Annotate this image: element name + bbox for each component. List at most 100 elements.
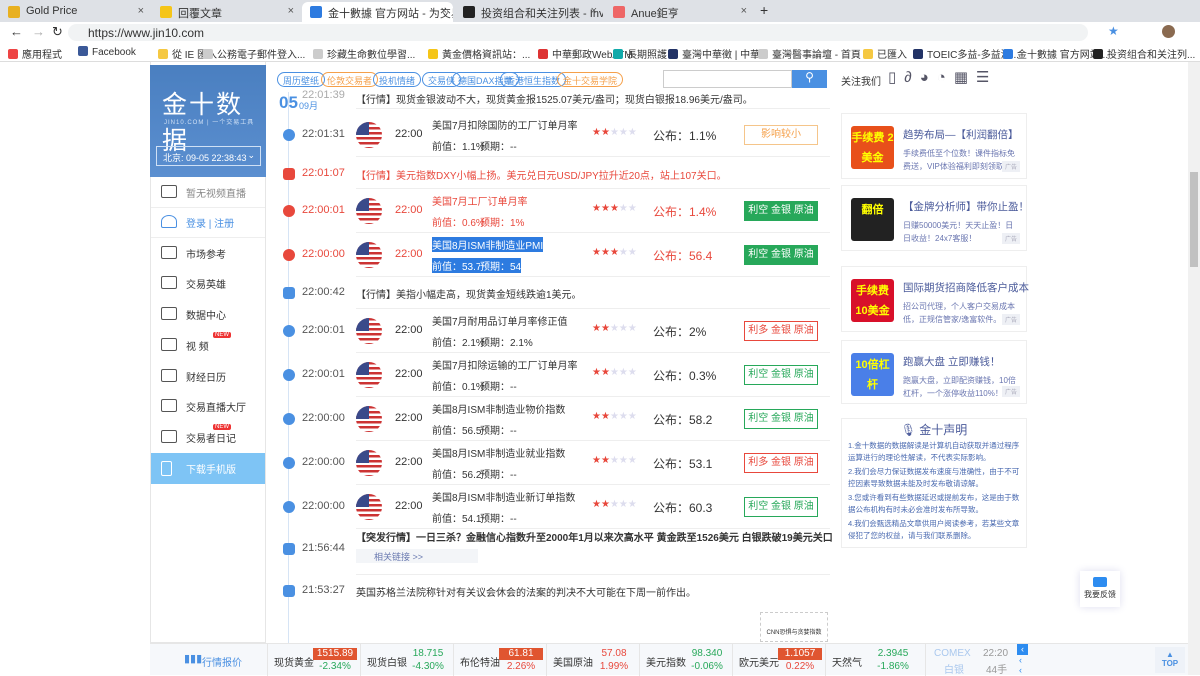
event-title[interactable]: 美国8月ISM非制造业物价指数	[432, 401, 565, 416]
nav-item[interactable]: 市场参考	[151, 238, 265, 269]
bookmark-item[interactable]: 臺灣中華徵 | 中華...	[668, 46, 769, 61]
search-button[interactable]: ⚲	[792, 70, 827, 88]
bookmark-item[interactable]: 應用程式	[8, 46, 62, 61]
bookmark-item[interactable]: 長期照護	[613, 46, 667, 61]
bookmark-item[interactable]: 投资组合和关注列...	[1093, 46, 1195, 61]
chevron-left-icon[interactable]: ‹	[1019, 655, 1022, 665]
close-icon[interactable]: ×	[741, 5, 747, 17]
impact-badge[interactable]: 利多 金银 原油	[744, 453, 818, 473]
ticker-item[interactable]: 现货白银 18.715 -4.30%	[360, 644, 453, 676]
url-input[interactable]: https://www.jin10.com	[68, 24, 1088, 41]
event-title[interactable]: 美国8月ISM非制造业新订单指数	[432, 489, 575, 504]
tab-0[interactable]: Gold Price ×	[0, 2, 150, 22]
tab-4[interactable]: Anue鉅亨 ×	[605, 2, 753, 22]
ad-card[interactable]: 翻倍 【金牌分析师】带你止盈！ 日赚50000美元！天天止盈！日日收益！24x7客服…	[841, 185, 1029, 251]
close-icon[interactable]: ×	[441, 5, 447, 17]
promo-badge[interactable]: CNN恐惧与贪婪指数	[760, 612, 828, 642]
tab-2[interactable]: 金十數據 官方网站 - 为交易而生×	[302, 2, 453, 22]
feed-item[interactable]: 22:00:01 22:00 美国7月扣除运输的工厂订单月率 前值：0.1% 预期：--…	[270, 353, 830, 397]
nav-item[interactable]: 财经日历	[151, 361, 265, 392]
quick-link-chip[interactable]: 金十交易学院	[557, 72, 624, 87]
scrollbar[interactable]	[1188, 62, 1200, 675]
link-icon[interactable]: ∂	[904, 69, 919, 86]
feed-item[interactable]: 21:53:27 英国苏格兰法院称针对有关议会休会的法案的判决不大可能在下周一前作…	[270, 575, 830, 607]
logo[interactable]: 金十数据 JIN10.COM | 一个交易工具 北京: 09-05 22:38:…	[150, 65, 266, 177]
feedback-button[interactable]: 我要反馈	[1080, 571, 1120, 607]
impact-badge[interactable]: 利空 金银 原油	[744, 409, 818, 429]
feed-item[interactable]: 22:01:07 【行情】美元指数DXY小幅上扬。美元兑日元USD/JPY拉升近2…	[270, 159, 830, 189]
nav-item[interactable]: 交易者日记 NEW	[151, 422, 265, 453]
related-link[interactable]: 相关链接 >>	[356, 549, 478, 563]
ad-card[interactable]: 手续费 2美金 趋势布局—【利润翻倍】 手续费低至个位数！课件指标免费送，VIP体验…	[841, 113, 1027, 179]
bookmark-item[interactable]: Facebook	[78, 46, 136, 58]
ticker-item[interactable]: 美国原油 57.08 1.99%	[546, 644, 639, 676]
weibo-icon[interactable]: ◔	[937, 69, 954, 86]
apps-icon[interactable]: ▦	[954, 69, 976, 86]
back-icon[interactable]: ←	[10, 24, 23, 39]
feed-item[interactable]: 22:00:00 22:00 美国8月ISM非制造业物价指数 前值：56.5 预期：--…	[270, 397, 830, 441]
comex-item[interactable]: COMEX 白银 22:20 44手	[925, 644, 1020, 676]
nav-item[interactable]: 交易直播大厅	[151, 391, 265, 422]
quick-link-chip[interactable]: 投机情绪	[373, 72, 422, 87]
tab-1[interactable]: 回覆文章 ×	[152, 2, 300, 22]
quick-link-chip[interactable]: 周历壁纸	[277, 72, 326, 87]
clock-select[interactable]: 北京: 09-05 22:38:43 ⌄	[156, 146, 261, 166]
bookmark-item[interactable]: 公務電子郵件登入...	[203, 46, 305, 61]
nav-item[interactable]: 下载手机版	[151, 453, 265, 484]
feed-item[interactable]: 22:01:39 【行情】现货金银波动不大，现货黄金报1525.07美元/盎司；现…	[270, 87, 830, 109]
impact-badge[interactable]: 利空 金银 原油	[744, 365, 818, 385]
bookmark-item[interactable]: 已匯入	[863, 46, 907, 61]
impact-badge[interactable]: 影响较小	[744, 125, 818, 145]
bookmark-item[interactable]: 珍藏生命數位學習...	[313, 46, 415, 61]
feed-item[interactable]: 22:00:42 【行情】美指小幅走高，现货黄金短线跌逾1美元。	[270, 277, 830, 309]
ticker-title[interactable]: 行情报价	[202, 654, 242, 669]
phone-icon[interactable]: ▯	[888, 69, 904, 86]
event-title[interactable]: 美国7月耐用品订单月率修正值	[432, 313, 568, 328]
event-title[interactable]: 美国7月扣除国防的工厂订单月率	[432, 117, 578, 132]
impact-badge[interactable]: 利空 金银 原油	[744, 497, 818, 517]
quick-link-chip[interactable]: 伦敦交易者	[321, 72, 379, 87]
search-input[interactable]	[663, 70, 792, 88]
impact-badge[interactable]: 利空 金银 原油	[744, 245, 818, 265]
event-title[interactable]: 美国8月ISM非制造业PMI	[432, 237, 544, 252]
ticker-item[interactable]: 现货黄金 1515.89 -2.34%	[267, 644, 360, 676]
scrollbar-thumb[interactable]	[1190, 172, 1198, 267]
nav-item[interactable]: 登录 | 注册	[151, 207, 265, 238]
close-icon[interactable]: ×	[288, 5, 294, 17]
chevron-left-icon[interactable]: ‹	[1019, 665, 1022, 675]
back-to-top-button[interactable]: ▲ TOP	[1155, 647, 1185, 673]
event-title[interactable]: 美国7月工厂订单月率	[432, 193, 528, 208]
impact-badge[interactable]: 利多 金银 原油	[744, 321, 818, 341]
feed-item[interactable]: 22:01:31 22:00 美国7月扣除国防的工厂订单月率 前值：1.1% 预期：--…	[270, 113, 830, 157]
event-title[interactable]: 美国7月扣除运输的工厂订单月率	[432, 357, 578, 372]
nav-item[interactable]: 交易英雄	[151, 268, 265, 299]
reload-icon[interactable]: ↻	[52, 24, 63, 40]
ad-card[interactable]: 10倍杠杆 跑赢大盘 立即赚钱！ 跑赢大盘，立即配资赚钱，10倍杠杆，一个涨停收益1…	[841, 340, 1027, 404]
avatar[interactable]	[1162, 25, 1175, 38]
star-icon[interactable]: ★	[1108, 24, 1119, 38]
ad-card[interactable]: 手续费 10美金 国际期货招商降低客户成本 招公司代理，个人客户交易成本低，正规信管…	[841, 266, 1029, 332]
feed-item[interactable]: 21:56:44 【突发行情】一日三杀？金融信心指数升至2000年1月以来次高水平…	[270, 523, 833, 575]
feed-item[interactable]: 22:00:01 22:00 美国7月工厂订单月率 前值：0.6% 预期：1% ★★★★★…	[270, 189, 830, 233]
forward-icon[interactable]: →	[32, 24, 45, 39]
close-icon[interactable]: ×	[138, 5, 144, 17]
feed-item[interactable]: 22:00:01 22:00 美国7月耐用品订单月率修正值 前值：2.1% 预期：2.1…	[270, 309, 830, 353]
chevron-left-icon[interactable]: ‹	[1017, 644, 1028, 655]
impact-badge[interactable]: 利空 金银 原油	[744, 201, 818, 221]
ticker-item[interactable]: 布伦特油 61.81 2.26%	[453, 644, 546, 676]
ticker-item[interactable]: 天然气 2.3945 -1.86%	[825, 644, 918, 676]
tab-3[interactable]: 投资组合和关注列表 - Investing×	[455, 2, 603, 22]
bookmark-item[interactable]: 黃金價格資訊站：...	[428, 46, 530, 61]
feed-item[interactable]: 22:00:00 22:00 美国8月ISM非制造业PMI 前值：53.7 预期：54 ★…	[270, 233, 830, 277]
feed-item[interactable]: 22:00:00 22:00 美国8月ISM非制造业就业指数 前值：56.2 预期：--…	[270, 441, 830, 485]
ticker-item[interactable]: 欧元美元 1.1057 0.22%	[732, 644, 825, 676]
wechat-icon[interactable]: ◕	[920, 69, 937, 86]
list-icon[interactable]: ☰	[976, 69, 997, 86]
nav-item[interactable]: 数据中心	[151, 299, 265, 330]
new-tab-icon[interactable]: +	[760, 2, 768, 18]
nav-item[interactable]: 暂无视频直播	[151, 177, 265, 208]
event-title[interactable]: 美国8月ISM非制造业就业指数	[432, 445, 565, 460]
bookmark-item[interactable]: 臺灣醫事論壇 - 首頁	[758, 46, 861, 61]
nav-item[interactable]: 视 频 NEW	[151, 330, 265, 361]
ticker-item[interactable]: 美元指数 98.340 -0.06%	[639, 644, 732, 676]
